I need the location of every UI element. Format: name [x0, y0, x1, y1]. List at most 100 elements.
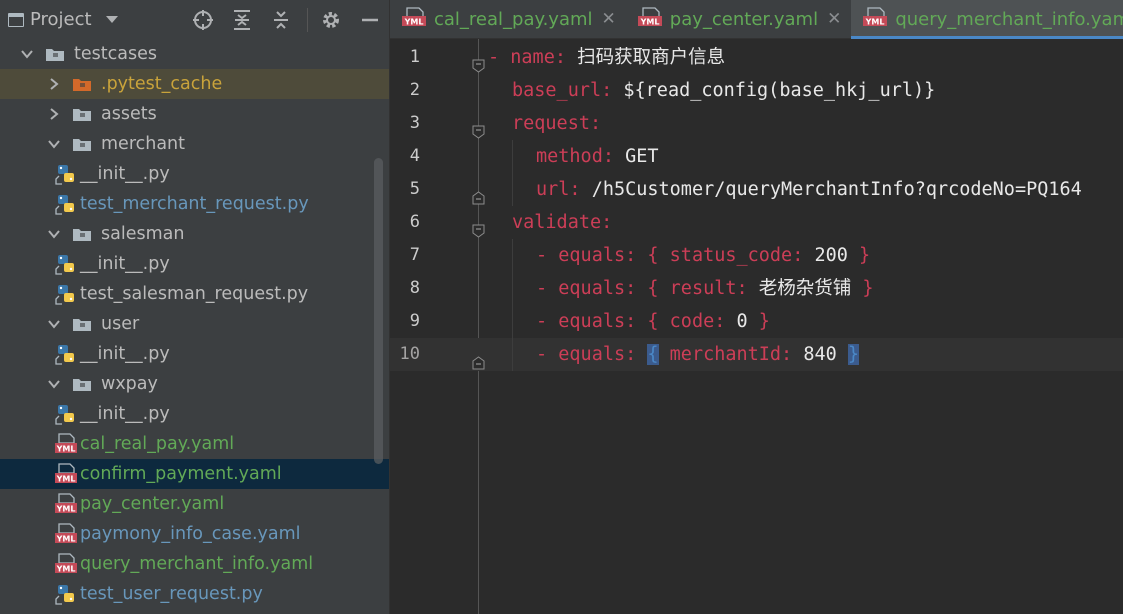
code-line[interactable]: 2 base_url: ${read_config(base_hkj_url)}: [390, 74, 1123, 107]
code-line[interactable]: 5 url: /h5Customer/queryMerchantInfo?qrco…: [390, 173, 1123, 206]
chevron-down-icon[interactable]: [47, 137, 61, 151]
code-token: }: [851, 278, 874, 299]
tree-folder[interactable]: testcases: [0, 39, 389, 69]
code-text: - equals: { merchantId: 840 }: [536, 338, 860, 371]
tree-folder[interactable]: merchant: [0, 129, 389, 159]
fold-open-icon[interactable]: [472, 51, 485, 73]
line-number: 10: [399, 344, 420, 364]
code-editor[interactable]: 1 - name: 扫码获取商户信息 2 base_url: ${read_confi…: [390, 39, 1123, 614]
yaml-file-icon: YML: [55, 433, 77, 455]
tree-file[interactable]: test_user_request.py: [0, 579, 389, 609]
code-line[interactable]: 6 validate:: [390, 206, 1123, 239]
tree-file[interactable]: YML confirm_payment.yaml: [0, 459, 389, 489]
tree-file[interactable]: __init__.py: [0, 159, 389, 189]
code-line[interactable]: 9 - equals: { code: 0 }: [390, 305, 1123, 338]
code-token: - equals:: [536, 311, 648, 332]
folder-icon: [72, 317, 92, 332]
folder-icon: [72, 227, 92, 242]
line-number: 2: [409, 80, 420, 100]
code-token: request:: [512, 113, 602, 134]
fold-end-icon[interactable]: [472, 348, 485, 370]
tree-item-label: wxpay: [101, 374, 158, 394]
code-line[interactable]: 10 - equals: { merchantId: 840 }: [390, 338, 1123, 371]
svg-text:YML: YML: [56, 535, 76, 544]
code-line[interactable]: 3 request:: [390, 107, 1123, 140]
tree-item-label: query_merchant_info.yaml: [80, 554, 314, 574]
project-scrollbar[interactable]: [374, 158, 383, 464]
code-token: 0: [736, 311, 748, 332]
indent-guide: [512, 140, 513, 206]
fold-open-icon[interactable]: [472, 117, 485, 139]
folder-icon: [72, 377, 92, 392]
tree-item-label: pay_center.yaml: [80, 494, 225, 514]
chevron-right-icon[interactable]: [47, 77, 61, 91]
code-token: name:: [510, 47, 578, 68]
editor-tab[interactable]: YML cal_real_pay.yaml ✕: [390, 0, 626, 38]
fold-open-icon[interactable]: [472, 216, 485, 238]
code-token: validate:: [512, 212, 613, 233]
python-file-icon: [55, 283, 77, 305]
tree-item-label: salesman: [101, 224, 185, 244]
editor-tab[interactable]: YMLquery_merchant_info.yaml✕: [851, 0, 1123, 39]
hide-icon[interactable]: [357, 7, 383, 33]
yaml-file-icon: YML: [55, 493, 77, 515]
svg-text:YML: YML: [56, 505, 76, 514]
code-token: method:: [536, 146, 626, 167]
project-view-dropdown-icon[interactable]: [105, 16, 118, 23]
tree-file[interactable]: YML query_merchant_info.yaml: [0, 549, 389, 579]
project-title[interactable]: Project: [30, 9, 92, 30]
folder-icon: [72, 107, 92, 122]
chevron-down-icon[interactable]: [47, 377, 61, 391]
chevron-right-icon[interactable]: [47, 107, 61, 121]
tree-folder[interactable]: .pytest_cache: [0, 69, 389, 99]
code-token: ${read_config(base_hkj_url)}: [623, 80, 936, 101]
code-token: {: [647, 278, 670, 299]
tree-folder[interactable]: salesman: [0, 219, 389, 249]
tree-file[interactable]: __init__.py: [0, 249, 389, 279]
code-token: - equals:: [536, 278, 648, 299]
tab-label: query_merchant_info.yaml: [895, 8, 1123, 30]
tree-folder[interactable]: user: [0, 309, 389, 339]
code-token: {: [647, 311, 670, 332]
line-number: 6: [409, 212, 420, 232]
tree-file[interactable]: test_merchant_request.py: [0, 189, 389, 219]
tree-file[interactable]: YML cal_real_pay.yaml: [0, 429, 389, 459]
chevron-down-icon[interactable]: [47, 227, 61, 241]
close-tab-icon[interactable]: ✕: [602, 9, 616, 29]
tree-folder[interactable]: wxpay: [0, 369, 389, 399]
close-tab-icon[interactable]: ✕: [827, 9, 841, 29]
code-text: - name: 扫码获取商户信息: [488, 41, 725, 74]
code-token: -: [488, 47, 511, 68]
code-line[interactable]: 8 - equals: { result: 老杨杂货铺 }: [390, 272, 1123, 305]
yaml-file-icon: YML: [55, 523, 77, 545]
expand-all-icon[interactable]: [229, 7, 255, 33]
collapse-all-icon[interactable]: [268, 7, 294, 33]
chevron-down-icon[interactable]: [20, 47, 34, 61]
settings-icon[interactable]: [318, 7, 344, 33]
tree-file[interactable]: YML pay_center.yaml: [0, 489, 389, 519]
tree-item-label: testcases: [74, 44, 157, 64]
code-token: 840: [803, 344, 837, 365]
tree-file[interactable]: YML paymony_info_case.yaml: [0, 519, 389, 549]
editor-tabs: YML cal_real_pay.yaml ✕ YML pay_center.yaml ✕…: [390, 0, 1123, 39]
code-line[interactable]: 7 - equals: { status_code: 200 }: [390, 239, 1123, 272]
fold-end-icon[interactable]: [472, 183, 485, 205]
python-file-icon: [55, 253, 77, 275]
locate-icon[interactable]: [190, 7, 216, 33]
code-token: }: [847, 344, 860, 365]
code-line[interactable]: 4 method: GET: [390, 140, 1123, 173]
code-text: validate:: [512, 206, 612, 239]
svg-text:YML: YML: [56, 565, 76, 574]
tree-file[interactable]: test_salesman_request.py: [0, 279, 389, 309]
code-token: }: [847, 245, 871, 266]
tree-file[interactable]: __init__.py: [0, 339, 389, 369]
line-number: 7: [409, 245, 420, 265]
code-line[interactable]: 1 - name: 扫码获取商户信息: [390, 41, 1123, 74]
tree-folder[interactable]: assets: [0, 99, 389, 129]
python-file-icon: [55, 403, 77, 425]
chevron-down-icon[interactable]: [47, 317, 61, 331]
tree-file[interactable]: __init__.py: [0, 399, 389, 429]
project-tree: testcases .pytest_cache assets merchant __in…: [0, 39, 389, 609]
editor-tab[interactable]: YML pay_center.yaml ✕: [626, 0, 852, 38]
